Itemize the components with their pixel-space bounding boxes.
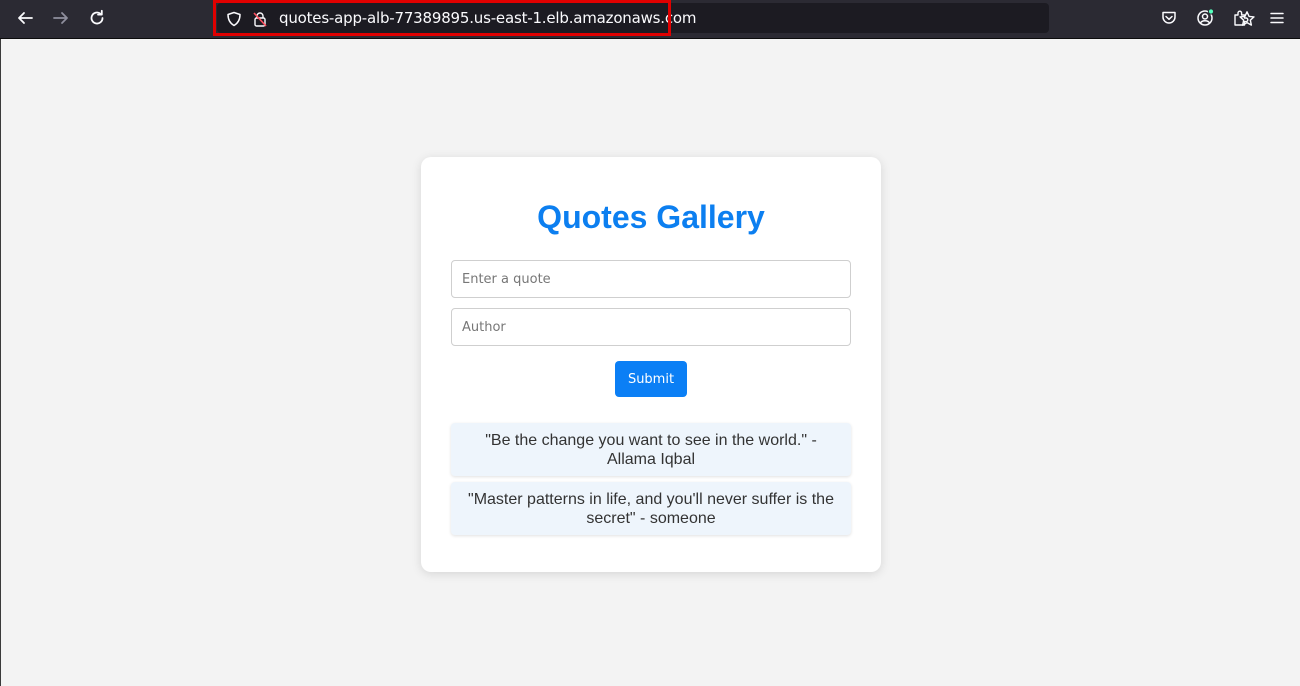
hamburger-menu-icon: [1270, 12, 1284, 24]
app-menu-button[interactable]: [1262, 4, 1292, 32]
url-bar[interactable]: quotes-app-alb-77389895.us-east-1.elb.am…: [217, 3, 1255, 33]
extensions-button[interactable]: [1226, 4, 1256, 32]
account-button[interactable]: [1190, 4, 1220, 32]
forward-arrow-icon: [53, 12, 68, 24]
tracking-shield-icon[interactable]: [225, 10, 243, 28]
back-button[interactable]: [10, 4, 40, 32]
insecure-lock-icon[interactable]: [251, 10, 269, 28]
window-edge: [0, 39, 1, 686]
quote-input[interactable]: [451, 260, 851, 298]
forward-button[interactable]: [46, 4, 76, 32]
reload-icon: [90, 9, 104, 25]
url-text[interactable]: quotes-app-alb-77389895.us-east-1.elb.am…: [279, 3, 696, 33]
back-arrow-icon: [18, 12, 33, 24]
submit-button[interactable]: Submit: [615, 361, 687, 397]
quotes-card: Quotes Gallery Submit "Be the change you…: [421, 157, 881, 572]
quote-item: "Be the change you want to see in the wo…: [451, 423, 851, 476]
quote-text: "Master patterns in life, and you'll nev…: [468, 491, 834, 527]
extensions-icon: [1234, 10, 1249, 26]
author-input[interactable]: [451, 308, 851, 346]
reload-button[interactable]: [82, 4, 112, 32]
browser-toolbar: quotes-app-alb-77389895.us-east-1.elb.am…: [0, 0, 1300, 39]
pocket-icon: [1162, 11, 1176, 24]
quote-text: "Be the change you want to see in the wo…: [485, 432, 817, 468]
page-title: Quotes Gallery: [537, 199, 765, 235]
account-icon: [1197, 8, 1215, 26]
quote-item: "Master patterns in life, and you'll nev…: [451, 482, 851, 535]
pocket-button[interactable]: [1154, 4, 1184, 32]
